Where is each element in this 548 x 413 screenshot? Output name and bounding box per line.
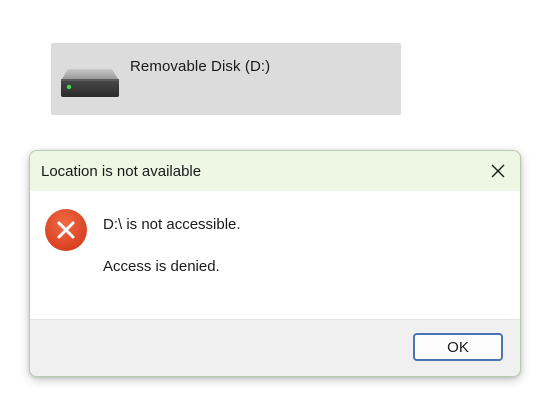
error-icon — [45, 209, 87, 251]
error-detail: Access is denied. — [103, 258, 220, 275]
drive-led — [66, 84, 72, 90]
close-icon — [491, 164, 505, 178]
drive-label: Removable Disk (D:) — [130, 58, 271, 75]
screen: Removable Disk (D:) Location is not avai… — [0, 0, 548, 413]
drive-tile[interactable]: Removable Disk (D:) — [51, 43, 401, 115]
ok-button[interactable]: OK — [413, 333, 503, 361]
dialog-content: D:\ is not accessible. Access is denied. — [30, 191, 520, 319]
close-button[interactable] — [482, 155, 514, 187]
removable-drive-icon — [61, 69, 119, 97]
dialog-title: Location is not available — [41, 163, 202, 180]
dialog-footer: OK — [30, 319, 520, 376]
error-message: D:\ is not accessible. — [103, 216, 241, 233]
error-dialog: Location is not available D:\ is not acc… — [29, 150, 521, 377]
dialog-titlebar[interactable]: Location is not available — [30, 151, 520, 191]
